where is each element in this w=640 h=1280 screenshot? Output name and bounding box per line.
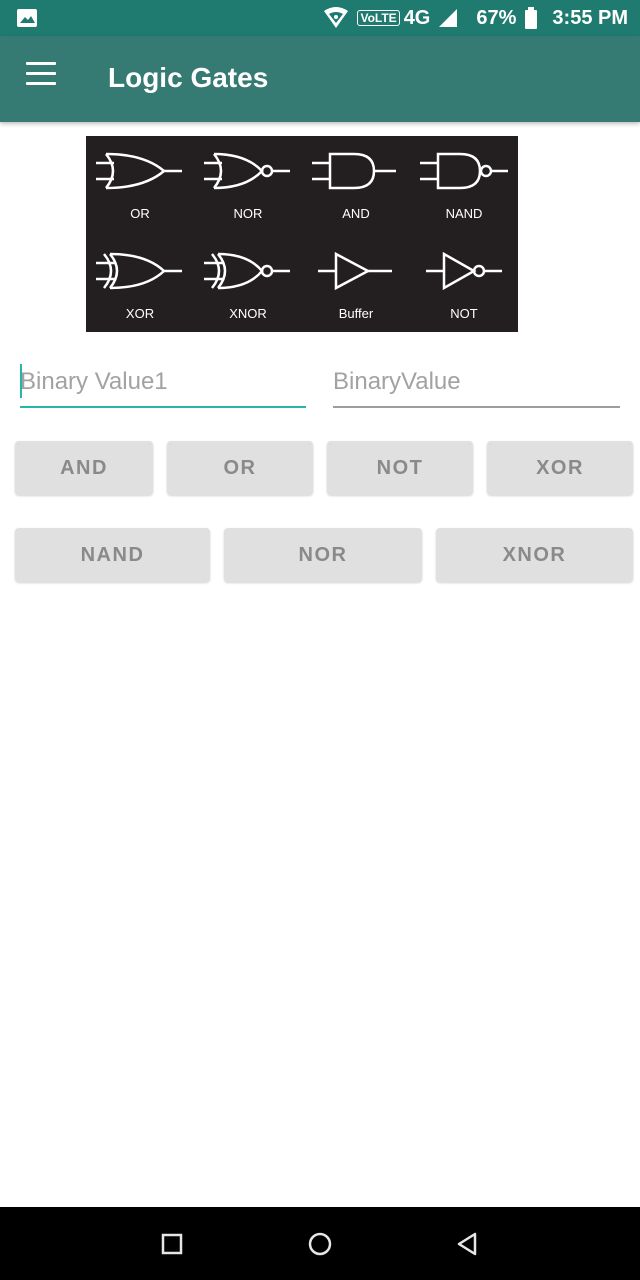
battery-percent: 67%: [476, 6, 517, 29]
gate-label-xor: XOR: [125, 306, 155, 321]
binary-value2-field-wrap: [333, 360, 620, 408]
clock: 3:55 PM: [552, 6, 628, 29]
binary-value1-field-wrap: [20, 360, 306, 408]
logic-gates-image: OR NOR AND NAND XOR XNOR Buffer NOT: [86, 136, 518, 332]
gallery-notification-icon: [17, 9, 37, 27]
status-bar: VoLTE 4G 67% 3:55 PM: [0, 0, 640, 36]
signal-icon: [439, 9, 458, 27]
gate-label-nor: NOR: [233, 206, 263, 221]
wifi-hotspot-icon: [324, 7, 349, 28]
hamburger-menu-icon[interactable]: [22, 62, 62, 96]
not-gate-symbol: NOT: [410, 236, 518, 334]
nor-button[interactable]: NOR: [224, 528, 422, 582]
volte-badge: VoLTE: [357, 10, 400, 26]
triangle-back-icon[interactable]: [453, 1229, 483, 1259]
nand-button[interactable]: NAND: [15, 528, 210, 582]
navigation-bar: [0, 1207, 640, 1280]
square-recents-icon[interactable]: [157, 1229, 187, 1259]
or-gate-symbol: OR: [86, 136, 194, 234]
battery-icon: [525, 7, 538, 29]
xnor-gate-symbol: XNOR: [194, 236, 302, 334]
not-button[interactable]: NOT: [327, 441, 473, 495]
and-button[interactable]: AND: [15, 441, 153, 495]
network-type: 4G: [403, 6, 431, 29]
buffer-gate-symbol: Buffer: [302, 236, 410, 334]
page-title: Logic Gates: [108, 62, 269, 93]
nor-gate-symbol: NOR: [194, 136, 302, 234]
binary-value2-input[interactable]: [333, 360, 620, 404]
gate-label-nand: NAND: [445, 206, 483, 221]
binary-value1-input[interactable]: [20, 360, 306, 404]
gate-label-and: AND: [342, 206, 370, 221]
xor-gate-symbol: XOR: [86, 236, 194, 334]
circle-home-icon[interactable]: [305, 1229, 335, 1259]
gate-label-buffer: Buffer: [338, 306, 374, 321]
xor-button[interactable]: XOR: [487, 441, 633, 495]
app-bar: Logic Gates: [0, 36, 640, 122]
gate-label-xnor: XNOR: [229, 306, 267, 321]
or-button[interactable]: OR: [167, 441, 313, 495]
text-cursor: [20, 364, 22, 398]
and-gate-symbol: AND: [302, 136, 410, 234]
gate-label-not: NOT: [450, 306, 478, 321]
xnor-button[interactable]: XNOR: [436, 528, 633, 582]
gate-label-or: OR: [130, 206, 150, 221]
nand-gate-symbol: NAND: [410, 136, 518, 234]
